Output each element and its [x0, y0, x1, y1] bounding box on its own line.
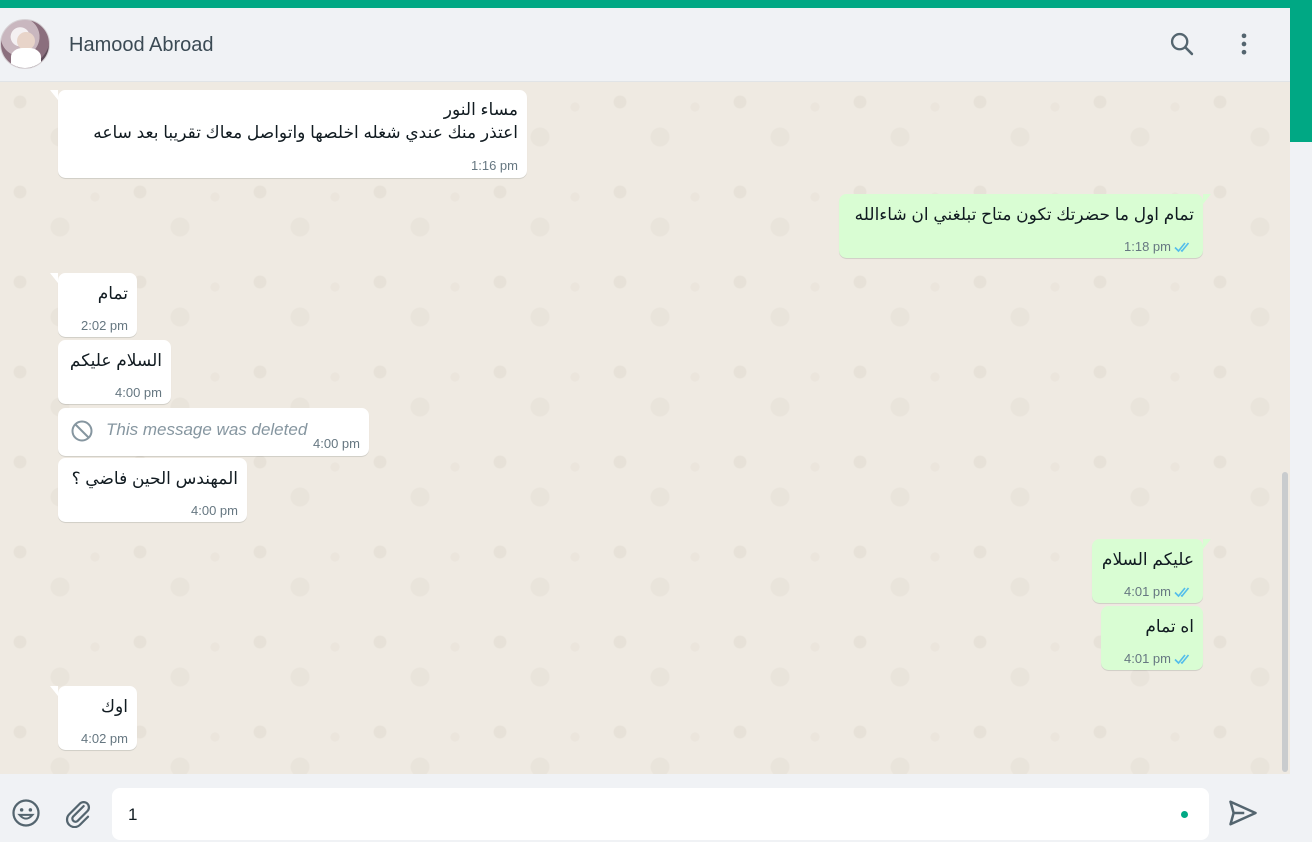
message-incoming[interactable]: مساء النور اعتذر منك عندي شغله اخلصها وا…	[50, 90, 527, 178]
composer-bar	[0, 774, 1290, 842]
message-text: اه تمام	[1145, 617, 1194, 636]
blocked-icon	[71, 420, 93, 442]
contact-avatar[interactable]	[0, 19, 50, 69]
send-icon[interactable]	[1228, 798, 1258, 828]
kebab-menu-icon[interactable]	[1230, 30, 1258, 58]
message-time: 2:02 pm	[81, 318, 128, 333]
message-text: السلام عليكم	[69, 351, 162, 370]
message-text: مساء النور اعتذر منك عندي شغله اخلصها وا…	[93, 100, 518, 142]
message-outgoing[interactable]: اه تمام 4:01 pm	[1101, 606, 1203, 670]
bubble-tail	[1203, 539, 1211, 549]
chat-window: Hamood Abroad مساء النور اعتذر منك عندي …	[0, 8, 1290, 842]
read-receipt-icon	[1174, 587, 1190, 598]
avatar-headscarf	[11, 48, 41, 68]
input-status-dot	[1181, 811, 1188, 818]
message-time: 4:01 pm	[1124, 651, 1171, 666]
bubble-tail	[50, 686, 58, 696]
emoji-icon[interactable]	[11, 798, 41, 828]
message-time: 1:18 pm	[1124, 239, 1171, 254]
message-text: اوك	[101, 697, 128, 716]
right-accent-block	[1290, 8, 1312, 142]
message-deleted[interactable]: This message was deleted 4:00 pm	[58, 408, 369, 456]
bubble-tail	[1203, 194, 1211, 204]
message-time: 1:16 pm	[471, 158, 518, 173]
message-outgoing[interactable]: عليكم السلام 4:01 pm	[1092, 539, 1211, 603]
contact-name[interactable]: Hamood Abroad	[69, 34, 214, 57]
search-icon[interactable]	[1168, 30, 1196, 58]
bubble-tail	[50, 90, 58, 100]
message-incoming[interactable]: تمام 2:02 pm	[50, 273, 137, 337]
message-incoming[interactable]: اوك 4:02 pm	[50, 686, 137, 750]
top-accent-bar	[0, 0, 1312, 8]
message-input[interactable]	[112, 788, 1209, 840]
chat-header: Hamood Abroad	[0, 8, 1290, 82]
message-time: 4:01 pm	[1124, 584, 1171, 599]
read-receipt-icon	[1174, 242, 1190, 253]
paperclip-icon[interactable]	[63, 798, 93, 828]
scrollbar-thumb[interactable]	[1282, 472, 1288, 772]
message-incoming[interactable]: السلام عليكم 4:00 pm	[58, 340, 171, 404]
message-outgoing[interactable]: تمام اول ما حضرتك تكون متاح تبلغني ان شا…	[839, 194, 1211, 258]
message-incoming[interactable]: المهندس الحين فاضي ؟ 4:00 pm	[58, 458, 247, 522]
read-receipt-icon	[1174, 654, 1190, 665]
message-time: 4:00 pm	[313, 436, 360, 451]
message-list[interactable]: مساء النور اعتذر منك عندي شغله اخلصها وا…	[0, 82, 1290, 774]
message-text: تمام	[97, 284, 128, 303]
deleted-message-text: This message was deleted	[106, 420, 308, 439]
message-text: عليكم السلام	[1101, 550, 1194, 569]
message-time: 4:00 pm	[191, 503, 238, 518]
message-time: 4:00 pm	[115, 385, 162, 400]
message-text: تمام اول ما حضرتك تكون متاح تبلغني ان شا…	[854, 205, 1194, 224]
message-time: 4:02 pm	[81, 731, 128, 746]
right-panel-edge	[1290, 8, 1312, 842]
message-text: المهندس الحين فاضي ؟	[71, 469, 238, 488]
bubble-tail	[50, 273, 58, 283]
